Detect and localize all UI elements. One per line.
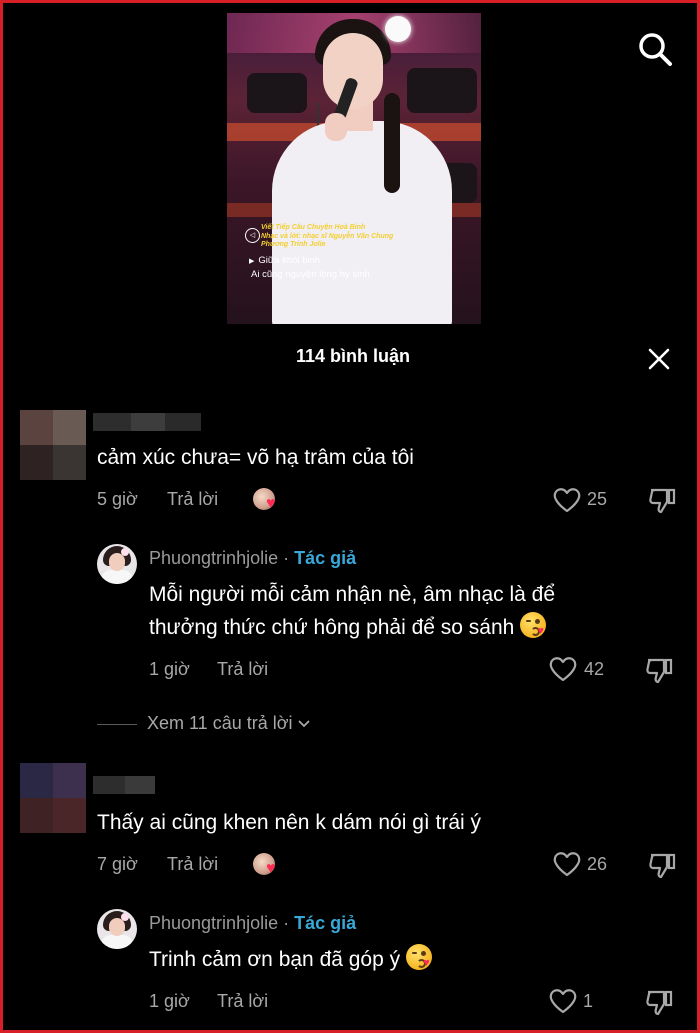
stage-equipment: [247, 73, 307, 113]
like-count: 42: [584, 659, 605, 679]
kiss-emoji-icon: ♥: [406, 944, 433, 970]
app-frame: ◁ Viết Tiếp Câu Chuyện Hoà Bình Nhạc và …: [0, 0, 700, 1033]
avatar[interactable]: [20, 410, 86, 480]
like-count: 26: [587, 854, 608, 874]
comment-text: cảm xúc chưa= võ hạ trâm của tôi: [97, 446, 414, 469]
reply-text: thưởng thức chứ hông phải để so sánh: [149, 616, 515, 639]
reply-text-line: Trinh cảm ơn bạn đã góp ý ♥: [149, 943, 433, 977]
dislike-button[interactable]: [647, 485, 677, 515]
dislike-button[interactable]: [644, 655, 674, 685]
comment-time: 5 giờ: [97, 489, 138, 509]
separator: ·: [283, 913, 290, 933]
chevron-down-icon: [297, 713, 311, 734]
author-name[interactable]: Phuongtrinhjolie · Tác giả: [149, 548, 356, 569]
like-button[interactable]: [548, 987, 578, 1015]
reply-button[interactable]: Trả lời: [167, 489, 218, 510]
creator-liked-badge: ♥: [253, 486, 281, 514]
close-button[interactable]: [644, 344, 674, 374]
heart-icon: [549, 989, 577, 1014]
author-username[interactable]: Phuongtrinhjolie: [149, 548, 278, 568]
comments-count-title: 114 bình luận: [295, 346, 411, 366]
reply-text-line: thưởng thức chứ hông phải để so sánh ♥: [149, 611, 547, 645]
heart-icon: ♥: [266, 860, 276, 877]
comment-time: 7 giờ: [97, 854, 138, 874]
username-blurred[interactable]: [93, 413, 201, 431]
search-icon: [639, 33, 672, 66]
song-credit-icon: ◁: [245, 228, 260, 243]
author-username[interactable]: Phuongtrinhjolie: [149, 913, 278, 933]
lyric-line: Ai cũng nguyện lòng hy sinh: [251, 269, 370, 280]
dislike-button[interactable]: [647, 850, 677, 880]
avatar[interactable]: [20, 763, 86, 833]
video-thumbnail[interactable]: ◁ Viết Tiếp Câu Chuyện Hoà Bình Nhạc và …: [227, 13, 481, 324]
heart-icon: ♥: [266, 495, 276, 512]
reply-button[interactable]: Trả lời: [167, 854, 218, 875]
hair-flower: [385, 16, 411, 42]
separator: ·: [283, 548, 290, 568]
play-icon: ▶: [249, 258, 255, 265]
like-button[interactable]: [552, 486, 582, 514]
thumbs-down-icon: [649, 853, 676, 879]
song-credit: ◁ Viết Tiếp Câu Chuyện Hoà Bình Nhạc và …: [245, 224, 476, 250]
search-button[interactable]: [635, 29, 675, 69]
like-button[interactable]: [548, 655, 578, 683]
comment-text: Thấy ai cũng khen nên k dám nói gì trái …: [97, 811, 482, 834]
song-composer: Nhạc và lời: nhạc sĩ Nguyễn Văn Chung: [261, 232, 394, 240]
reply-time: 1 giờ: [149, 991, 190, 1011]
singer-braid: [384, 93, 400, 193]
view-more-label[interactable]: Xem 11 câu trả lời: [147, 713, 293, 733]
heart-icon: [549, 657, 577, 682]
singer-hand: [325, 113, 347, 141]
view-more-replies-button[interactable]: Xem 11 câu trả lời: [97, 713, 311, 734]
reply-button[interactable]: Trả lời: [217, 991, 268, 1012]
like-button[interactable]: [552, 850, 582, 878]
creator-liked-badge: ♥: [253, 851, 281, 879]
heart-icon: [553, 852, 581, 877]
thumbs-down-icon: [649, 488, 676, 514]
stage-equipment: [407, 68, 477, 113]
reply-time: 1 giờ: [149, 659, 190, 679]
song-performer: Phương Trinh Jolie: [261, 241, 326, 248]
singer-dress: [272, 121, 452, 324]
thumbs-down-icon: [646, 658, 673, 684]
username-blurred[interactable]: [93, 776, 155, 794]
heart-icon: [553, 488, 581, 513]
like-count: 25: [587, 489, 608, 509]
divider: [97, 723, 137, 725]
song-title: Viết Tiếp Câu Chuyện Hoà Bình: [261, 224, 366, 231]
lyric-line: Giữa khói binh: [258, 255, 321, 266]
author-tag: Tác giả: [294, 913, 357, 933]
reply-text-line: Mỗi người mỗi cảm nhận nè, âm nhạc là để: [149, 583, 556, 606]
close-icon: [648, 348, 670, 370]
singer-face: [323, 33, 383, 109]
author-avatar[interactable]: [97, 544, 137, 584]
lyrics-caption: ▶ Giữa khói binh Ai cũng nguyện lòng hy s…: [249, 254, 370, 281]
dislike-button[interactable]: [644, 987, 674, 1017]
kiss-emoji-icon: ♥: [520, 612, 547, 638]
reply-button[interactable]: Trả lời: [217, 659, 268, 680]
like-count: 1: [583, 991, 594, 1011]
reply-text: Trinh cảm ơn bạn đã góp ý: [149, 948, 401, 971]
author-avatar[interactable]: [97, 909, 137, 949]
thumbs-down-icon: [646, 990, 673, 1016]
author-tag: Tác giả: [294, 548, 357, 568]
author-name[interactable]: Phuongtrinhjolie · Tác giả: [149, 913, 356, 934]
